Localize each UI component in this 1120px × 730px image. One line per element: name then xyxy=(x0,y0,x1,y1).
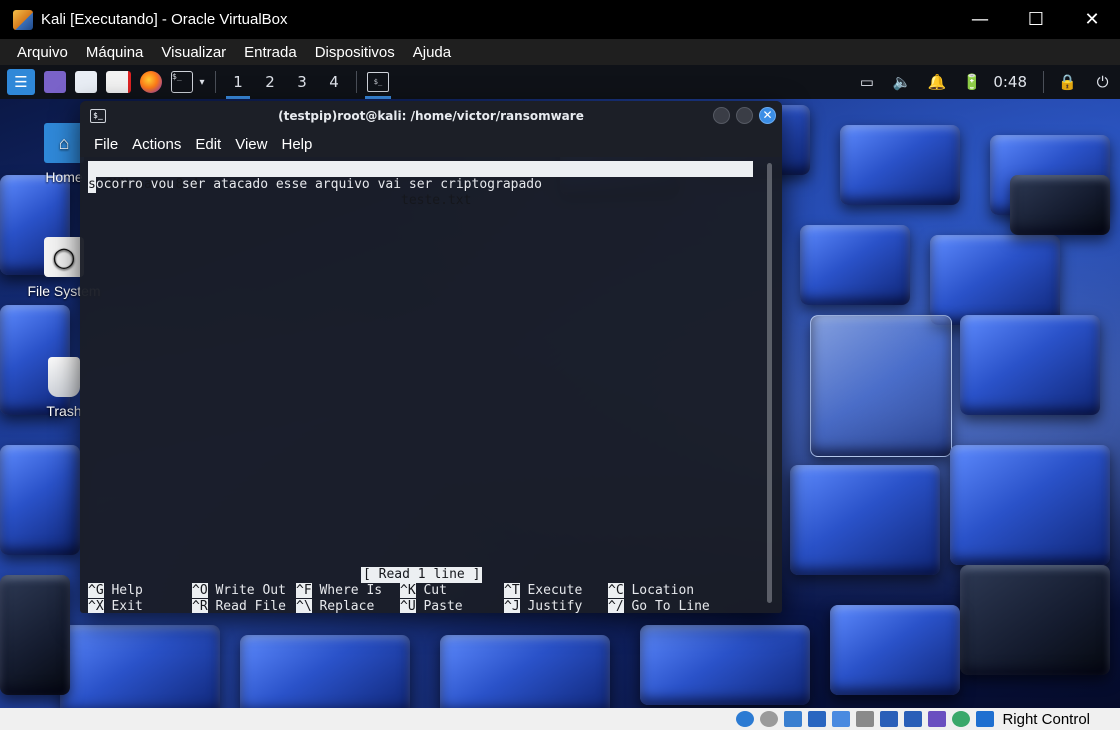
panel-separator xyxy=(1043,71,1044,93)
terminal-icon: $_ xyxy=(367,72,389,92)
menu-entrada[interactable]: Entrada xyxy=(235,44,306,61)
shortcut-where-is: ^F Where Is xyxy=(296,583,383,598)
firefox-icon[interactable] xyxy=(140,71,162,93)
terminal-menu-actions[interactable]: Actions xyxy=(125,136,188,153)
virtualbox-status-bar: Right Control xyxy=(0,708,1120,730)
kali-dragon-icon: ☰ xyxy=(14,73,28,91)
workspace-3[interactable]: 3 xyxy=(286,65,318,99)
menu-maquina[interactable]: Máquina xyxy=(77,44,153,61)
guest-screen[interactable]: ☰ $_ ▾ 1 2 3 4 $_ ▭ 🔈 🔔 🔋 0:48 🔒 ⏻ ⌂ Hom… xyxy=(0,65,1120,708)
display-tray-icon[interactable]: ▭ xyxy=(849,65,884,99)
shortcut-paste: ^U Paste xyxy=(400,599,463,613)
shortcut-go-to-line: ^/ Go To Line xyxy=(608,599,710,613)
shortcut-location: ^C Location xyxy=(608,583,695,598)
audio-icon[interactable] xyxy=(784,711,803,727)
keyboard-icon[interactable] xyxy=(976,711,995,727)
workspace-4[interactable]: 4 xyxy=(318,65,350,99)
recording-icon[interactable] xyxy=(904,711,923,727)
shortcut-replace: ^\ Replace xyxy=(296,599,375,613)
terminal-window-controls: ✕ xyxy=(713,107,776,124)
terminal-menu-file[interactable]: File xyxy=(80,136,125,153)
minimize-button[interactable]: — xyxy=(952,0,1008,39)
terminal-minimize-button[interactable] xyxy=(713,107,730,124)
home-folder-icon: ⌂ xyxy=(44,123,84,163)
shortcut-exit: ^X Exit xyxy=(88,599,143,613)
nano-editor[interactable]: GNU nano 8.4 teste.txt socorro vou ser a… xyxy=(88,159,764,613)
window-controls: — ☐ ✕ xyxy=(952,0,1120,39)
desktop-icon[interactable] xyxy=(44,71,66,93)
shortcut-read-file: ^R Read File xyxy=(192,599,286,613)
file-system-icon: ◯ xyxy=(44,237,84,277)
menu-ajuda[interactable]: Ajuda xyxy=(404,44,460,61)
trash-icon xyxy=(48,357,80,397)
system-tray: ▭ 🔈 🔔 🔋 0:48 🔒 ⏻ xyxy=(849,65,1120,99)
host-key-label: Right Control xyxy=(1002,710,1090,728)
panel-separator xyxy=(356,71,357,93)
kali-menu-button[interactable]: ☰ xyxy=(7,69,35,95)
nano-header: GNU nano 8.4 teste.txt xyxy=(88,161,753,208)
file-manager-icon[interactable] xyxy=(75,71,97,93)
optical-drive-icon[interactable] xyxy=(760,711,779,727)
screen-icon[interactable] xyxy=(880,711,899,727)
menu-dispositivos[interactable]: Dispositivos xyxy=(306,44,404,61)
display-icon[interactable] xyxy=(808,711,827,727)
terminal-icon: $_ xyxy=(90,109,106,123)
terminal-launcher-icon[interactable]: $_ xyxy=(171,71,193,93)
workspace-2[interactable]: 2 xyxy=(254,65,286,99)
notifications-icon[interactable]: 🔔 xyxy=(919,65,954,99)
terminal-titlebar[interactable]: $_ (testpip)root@kali: /home/victor/rans… xyxy=(80,101,782,131)
mouse-integration-icon[interactable] xyxy=(952,711,971,727)
terminal-title: (testpip)root@kali: /home/victor/ransomw… xyxy=(278,109,584,123)
lock-icon[interactable]: 🔒 xyxy=(1050,65,1085,99)
terminal-menu-edit[interactable]: Edit xyxy=(188,136,228,153)
window-title: Kali [Executando] - Oracle VirtualBox xyxy=(41,11,288,28)
power-icon[interactable]: ⏻ xyxy=(1085,65,1120,99)
shortcut-help: ^G Help xyxy=(88,583,143,598)
network-icon[interactable] xyxy=(736,711,755,727)
terminal-menubar: File Actions Edit View Help xyxy=(80,131,782,157)
usb-icon[interactable] xyxy=(832,711,851,727)
terminal-window[interactable]: $_ (testpip)root@kali: /home/victor/rans… xyxy=(80,101,782,613)
shared-folders-icon[interactable] xyxy=(856,711,875,727)
shortcut-cut: ^K Cut xyxy=(400,583,447,598)
menu-arquivo[interactable]: Arquivo xyxy=(0,44,77,61)
terminal-menu-help[interactable]: Help xyxy=(274,136,319,153)
shortcut-justify: ^J Justify xyxy=(504,599,583,613)
battery-icon[interactable]: 🔋 xyxy=(954,65,989,99)
nano-filename: teste.txt xyxy=(401,193,472,208)
panel-separator xyxy=(215,71,216,93)
terminal-scrollbar[interactable] xyxy=(767,163,772,603)
close-button[interactable]: ✕ xyxy=(1064,0,1120,39)
kali-top-panel: ☰ $_ ▾ 1 2 3 4 $_ ▭ 🔈 🔔 🔋 0:48 🔒 ⏻ xyxy=(0,65,1120,99)
nano-status-message: [ Read 1 line ] xyxy=(361,567,483,583)
file-content-text: ocorro vou ser atacado esse arquivo vai … xyxy=(95,177,542,192)
virtualbox-menubar: Arquivo Máquina Visualizar Entrada Dispo… xyxy=(0,39,1120,65)
virtualbox-titlebar: Kali [Executando] - Oracle VirtualBox — … xyxy=(0,0,1120,39)
virtualbox-app-icon xyxy=(13,9,33,30)
terminal-close-button[interactable]: ✕ xyxy=(759,107,776,124)
terminal-maximize-button[interactable] xyxy=(736,107,753,124)
shortcut-execute: ^T Execute xyxy=(504,583,583,598)
cpu-icon[interactable] xyxy=(928,711,947,727)
volume-icon[interactable]: 🔈 xyxy=(884,65,919,99)
shortcut-write-out: ^O Write Out xyxy=(192,583,286,598)
text-cursor: s xyxy=(88,177,96,193)
maximize-button[interactable]: ☐ xyxy=(1008,0,1064,39)
terminal-taskbar-button[interactable]: $_ xyxy=(363,65,393,99)
clock[interactable]: 0:48 xyxy=(989,73,1037,91)
terminal-menu-view[interactable]: View xyxy=(228,136,274,153)
file-content-line[interactable]: socorro vou ser atacado esse arquivo vai… xyxy=(88,177,542,193)
workspace-1[interactable]: 1 xyxy=(222,65,254,99)
menu-visualizar[interactable]: Visualizar xyxy=(152,44,235,61)
chevron-down-icon[interactable]: ▾ xyxy=(195,65,209,99)
text-editor-icon[interactable] xyxy=(106,71,131,93)
